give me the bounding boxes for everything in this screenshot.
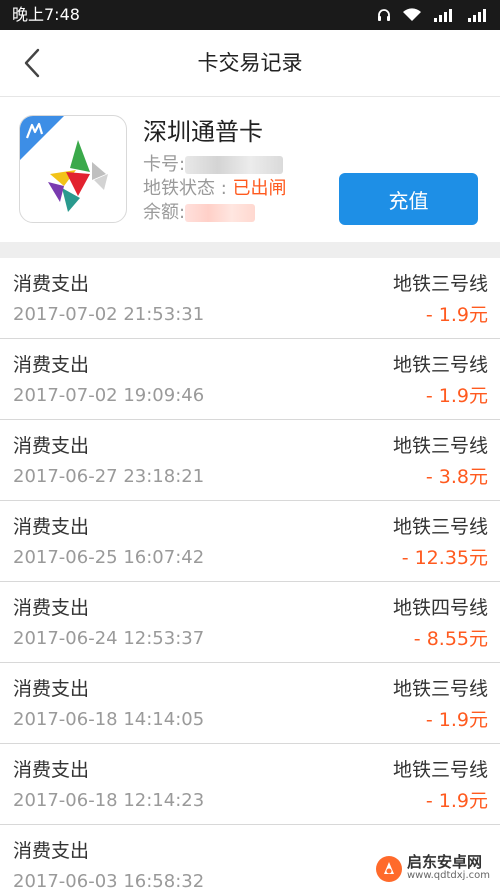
watermark-name: 启东安卓网 [407, 853, 483, 871]
watermark: 启东安卓网 www.qdtdxj.com [371, 853, 494, 885]
watermark-logo-icon [376, 856, 402, 882]
card-number-redacted [185, 156, 284, 174]
list-item[interactable]: 消费支出 2017-06-18 14:14:05 地铁三号线 - 1.9元 [0, 663, 500, 744]
card-info-panel: 深圳通普卡 卡号: 地铁状态 : 已出闸 余额: 充值 [0, 97, 500, 242]
balance-line: 余额: [143, 201, 256, 225]
transaction-time: 2017-06-25 16:07:42 [13, 547, 205, 568]
balance-redacted [185, 204, 256, 222]
status-icons [376, 6, 490, 24]
subway-status-label: 地铁状态 : [143, 178, 233, 199]
header-bar: 卡交易记录 [0, 30, 500, 97]
transaction-type: 消费支出 [13, 678, 90, 700]
watermark-url: www.qdtdxj.com [407, 870, 490, 881]
transaction-line: 地铁四号线 [392, 597, 488, 619]
headphones-icon [376, 7, 392, 23]
transaction-type: 消费支出 [13, 273, 90, 295]
section-divider [0, 242, 500, 258]
transaction-amount: - 1.9元 [425, 790, 488, 812]
list-item[interactable]: 消费支出 2017-07-02 19:09:46 地铁三号线 - 1.9元 [0, 339, 500, 420]
balance-label: 余额: [143, 202, 186, 223]
list-item[interactable]: 消费支出 2017-06-18 12:14:23 地铁三号线 - 1.9元 [0, 744, 500, 825]
list-item[interactable]: 消费支出 2017-07-02 21:53:31 地铁三号线 - 1.9元 [0, 258, 500, 339]
transaction-line: 地铁三号线 [392, 273, 488, 295]
back-button[interactable] [12, 43, 52, 83]
transaction-line: 地铁三号线 [392, 516, 488, 538]
transaction-time: 2017-06-18 14:14:05 [13, 709, 205, 730]
transaction-amount: - 12.35元 [401, 547, 488, 569]
transaction-line: 地铁三号线 [392, 435, 488, 457]
transaction-time: 2017-06-24 12:53:37 [13, 628, 205, 649]
transaction-time: 2017-06-27 23:18:21 [13, 466, 205, 487]
transaction-type: 消费支出 [13, 435, 90, 457]
transaction-type: 消费支出 [13, 354, 90, 376]
status-time: 晚上7:48 [12, 5, 80, 24]
transaction-amount: - 1.9元 [425, 709, 488, 731]
subway-status-value: 已出闸 [232, 178, 287, 199]
transaction-amount: - 1.9元 [425, 385, 488, 407]
card-name: 深圳通普卡 [143, 118, 263, 146]
list-item[interactable]: 消费支出 2017-06-27 23:18:21 地铁三号线 - 3.8元 [0, 420, 500, 501]
signal-icon [432, 7, 456, 23]
status-bar: 晚上7:48 [0, 0, 500, 30]
back-arrow-icon [24, 48, 40, 78]
signal-icon [466, 7, 490, 23]
list-item[interactable]: 消费支出 2017-06-25 16:07:42 地铁三号线 - 12.35元 [0, 501, 500, 582]
transaction-time: 2017-07-02 21:53:31 [13, 304, 205, 325]
transaction-amount: - 3.8元 [425, 466, 488, 488]
watermark-text: 启东安卓网 www.qdtdxj.com [407, 855, 490, 883]
transaction-line: 地铁三号线 [392, 759, 488, 781]
card-logo-icon [19, 115, 127, 223]
transaction-line: 地铁三号线 [392, 678, 488, 700]
transaction-time: 2017-07-02 19:09:46 [13, 385, 205, 406]
transaction-time: 2017-06-18 12:14:23 [13, 790, 205, 811]
transaction-time: 2017-06-03 16:58:32 [13, 871, 205, 889]
card-number-label: 卡号: [143, 154, 186, 175]
wifi-icon [402, 7, 422, 23]
list-item[interactable]: 消费支出 2017-06-24 12:53:37 地铁四号线 - 8.55元 [0, 582, 500, 663]
transaction-type: 消费支出 [13, 840, 90, 862]
transaction-type: 消费支出 [13, 597, 90, 619]
transaction-amount: - 1.9元 [425, 304, 488, 326]
transaction-type: 消费支出 [13, 759, 90, 781]
card-number-line: 卡号: [143, 153, 284, 177]
recharge-button[interactable]: 充值 [339, 173, 478, 225]
subway-status-line: 地铁状态 : 已出闸 [143, 177, 287, 201]
transaction-type: 消费支出 [13, 516, 90, 538]
page-title: 卡交易记录 [197, 51, 303, 75]
transaction-list[interactable]: 消费支出 2017-07-02 21:53:31 地铁三号线 - 1.9元 消费… [0, 258, 500, 889]
transaction-line: 地铁三号线 [392, 354, 488, 376]
transaction-amount: - 8.55元 [413, 628, 488, 650]
